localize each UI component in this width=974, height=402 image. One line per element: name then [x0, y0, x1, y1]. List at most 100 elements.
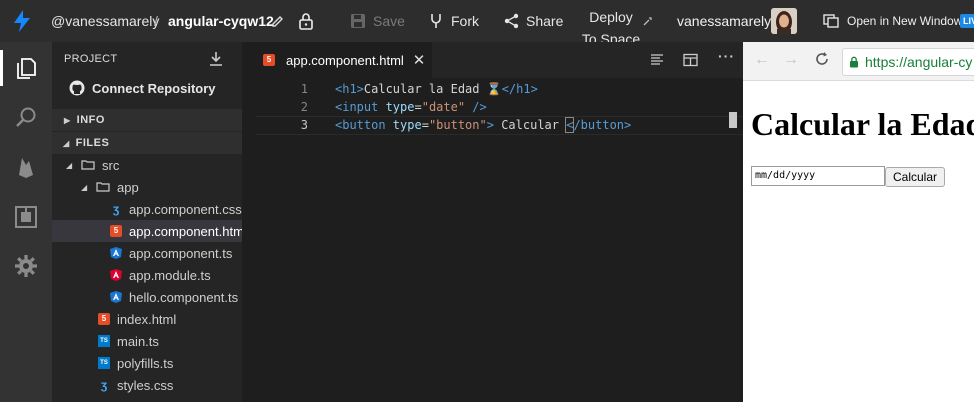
- tab-label: app.component.html: [286, 52, 404, 68]
- code-token: type: [392, 118, 422, 132]
- edit-pencil-icon[interactable]: [271, 0, 285, 42]
- typescript-file-icon: TS: [98, 335, 110, 347]
- rocket-icon: [643, 0, 653, 42]
- code-editor[interactable]: 1 <h1>Calcular la Edad ⌛</h1> 2 <input t…: [256, 78, 743, 402]
- save-icon: [351, 14, 365, 28]
- code-token: =: [421, 118, 429, 132]
- tree-file-main-ts[interactable]: TS main.ts: [52, 330, 242, 352]
- code-token: />: [465, 100, 487, 114]
- settings-gear-icon[interactable]: [14, 254, 38, 278]
- save-button[interactable]: Save: [350, 0, 405, 42]
- live-badge: LIV: [960, 14, 974, 28]
- code-token: "button": [428, 118, 487, 132]
- back-arrow-icon[interactable]: ←: [754, 51, 770, 69]
- code-token: type: [385, 100, 415, 114]
- lock-icon[interactable]: [298, 0, 314, 42]
- date-input[interactable]: mm/dd/yyyy: [751, 166, 885, 186]
- tree-item-label: src: [102, 157, 120, 173]
- forward-arrow-icon[interactable]: →: [783, 51, 799, 69]
- info-section-header[interactable]: ▶ INFO: [52, 109, 242, 131]
- url-text: https://angular-cy: [865, 54, 973, 70]
- active-indicator: [0, 50, 3, 86]
- tree-file-app-component-css[interactable]: ʒ app.component.css: [52, 198, 242, 220]
- tree-file-app-component-html[interactable]: 5 app.component.html: [52, 220, 242, 242]
- typescript-file-icon: TS: [98, 357, 110, 369]
- tree-file-app-module-ts[interactable]: app.module.ts: [52, 264, 242, 286]
- tree-item-label: main.ts: [117, 333, 159, 349]
- tree-item-label: app.component.ts: [129, 245, 233, 261]
- calcular-button[interactable]: Calcular: [885, 167, 946, 187]
- tree-item-label: app: [117, 179, 139, 195]
- extensions-icon[interactable]: [14, 205, 38, 229]
- tree-file-app-component-ts[interactable]: app.component.ts: [52, 242, 242, 264]
- user-handle-link[interactable]: @vanessamarely: [51, 0, 159, 42]
- format-lines-icon[interactable]: [650, 53, 664, 72]
- share-label: Share: [526, 13, 564, 29]
- tree-file-styles-css[interactable]: ʒ styles.css: [52, 374, 242, 396]
- open-new-window-label: Open in New Window: [847, 14, 963, 28]
- project-name[interactable]: angular-cyqw12: [168, 0, 274, 42]
- code-token: >: [486, 118, 494, 132]
- activity-bar: [0, 42, 52, 402]
- html-file-icon: 5: [263, 54, 275, 66]
- split-editor-icon[interactable]: [683, 53, 698, 72]
- chevron-down-icon: ◢: [63, 138, 70, 148]
- code-token: =: [414, 100, 422, 114]
- code-line: <button type="button"> Calcular </button…: [335, 117, 632, 133]
- tree-file-polyfills-ts[interactable]: TS polyfills.ts: [52, 352, 242, 374]
- css-file-icon: ʒ: [100, 378, 108, 392]
- tree-file-hello-component-ts[interactable]: hello.component.ts: [52, 286, 242, 308]
- close-tab-icon[interactable]: ✕: [413, 51, 426, 69]
- fork-icon: [431, 14, 441, 28]
- line-number: 1: [300, 82, 308, 96]
- code-line: <input type="date" />: [335, 100, 487, 114]
- code-token: /button>: [573, 118, 632, 132]
- chevron-right-icon: ▶: [64, 115, 71, 125]
- code-line: <h1>Calcular la Edad ⌛</h1>: [335, 82, 538, 96]
- chevron-down-icon: ◢: [66, 160, 73, 170]
- open-new-window-button[interactable]: Open in New Window: [823, 0, 962, 42]
- panel-divider[interactable]: [242, 42, 256, 402]
- firebase-icon[interactable]: [14, 155, 38, 179]
- download-icon[interactable]: [209, 51, 223, 70]
- minimap-slider[interactable]: [729, 112, 737, 128]
- reload-icon[interactable]: [814, 51, 830, 72]
- stackblitz-logo-icon[interactable]: [14, 0, 30, 42]
- info-section-label: INFO: [76, 114, 105, 126]
- css-file-icon: ʒ: [112, 202, 120, 216]
- secure-lock-icon: [850, 56, 858, 68]
- address-bar[interactable]: https://angular-cy: [842, 48, 974, 76]
- connect-repository-button[interactable]: Connect Repository: [69, 80, 216, 96]
- project-header: PROJECT: [64, 53, 118, 65]
- tree-item-label: app.component.css: [129, 201, 242, 217]
- save-label: Save: [373, 13, 405, 29]
- code-token: <input: [335, 100, 386, 114]
- angular-file-icon: [110, 269, 122, 281]
- angular-file-icon: [110, 247, 122, 259]
- more-actions-icon[interactable]: ···: [718, 48, 735, 64]
- avatar[interactable]: [771, 8, 797, 34]
- tree-item-label: hello.component.ts: [129, 289, 239, 305]
- files-icon[interactable]: [14, 56, 38, 80]
- breadcrumb-separator: /: [154, 13, 158, 29]
- search-icon[interactable]: [14, 105, 38, 129]
- code-token: Calcular la Edad: [363, 82, 487, 96]
- tree-folder-src[interactable]: ◢ src: [52, 154, 242, 176]
- folder-icon: [96, 180, 110, 195]
- tree-folder-app[interactable]: ◢ app: [52, 176, 242, 198]
- tree-item-label: styles.css: [117, 377, 174, 393]
- account-username[interactable]: vanessamarely: [677, 0, 771, 42]
- tree-item-label: polyfills.ts: [117, 355, 174, 371]
- tree-file-index-html[interactable]: 5 index.html: [52, 308, 242, 330]
- tab-app-component-html[interactable]: 5 app.component.html ✕: [256, 42, 432, 78]
- files-section-header[interactable]: ◢ FILES: [52, 132, 242, 154]
- line-number: 2: [300, 100, 308, 114]
- preview-pane: ← → https://angular-cy Calcular la Edad …: [743, 42, 974, 402]
- code-token: </h1>: [501, 82, 538, 96]
- tree-item-label: index.html: [117, 311, 177, 327]
- html-file-icon: 5: [110, 225, 122, 237]
- preview-heading: Calcular la Edad: [751, 106, 974, 142]
- share-icon: [504, 13, 519, 29]
- fork-button[interactable]: Fork: [429, 0, 479, 42]
- share-button[interactable]: Share: [504, 0, 563, 42]
